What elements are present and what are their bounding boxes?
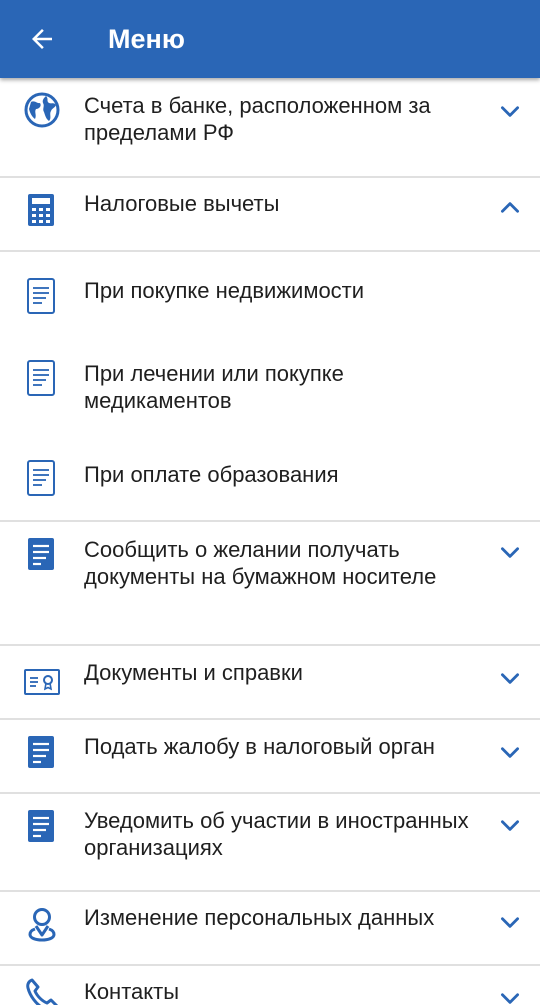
menu-item-label: Изменение персональных данных xyxy=(84,905,435,930)
chevron-down-icon[interactable] xyxy=(497,739,523,765)
person-pin-icon xyxy=(28,908,56,942)
menu-item-foreign-organizations[interactable]: Уведомить об участии в иностранных орган… xyxy=(0,794,540,890)
page-title: Меню xyxy=(108,24,185,54)
menu-item-label: Счета в банке, расположенном за пределам… xyxy=(84,93,431,145)
menu-item-paper-documents[interactable]: Сообщить о желании получать документы на… xyxy=(0,522,540,644)
document-icon xyxy=(28,538,54,570)
menu-item-label: Сообщить о желании получать документы на… xyxy=(84,537,437,589)
menu-item-label: Налоговые вычеты xyxy=(84,191,280,216)
back-button[interactable] xyxy=(20,17,64,61)
phone-icon xyxy=(26,978,59,1005)
submenu-item-label: При лечении или покупке медикаментов xyxy=(84,361,344,413)
submenu-item-label: При покупке недвижимости xyxy=(84,278,365,303)
menu-item-contacts[interactable]: Контакты xyxy=(0,966,540,1005)
menu-item-certificates[interactable]: Документы и справки xyxy=(0,646,540,718)
chevron-down-icon[interactable] xyxy=(497,909,523,935)
receipt-icon xyxy=(27,460,55,496)
document-icon xyxy=(28,810,54,842)
receipt-icon xyxy=(27,360,55,396)
menu-item-tax-deductions[interactable]: Налоговые вычеты xyxy=(0,178,540,250)
document-icon xyxy=(28,736,54,768)
chevron-down-icon[interactable] xyxy=(497,665,523,691)
submenu-item-label: При оплате образования xyxy=(84,462,339,487)
submenu-item-property[interactable]: При покупке недвижимости xyxy=(0,252,540,332)
menu-item-label: Уведомить об участии в иностранных орган… xyxy=(84,808,469,860)
chevron-down-icon[interactable] xyxy=(497,539,523,565)
submenu-item-education[interactable]: При оплате образования xyxy=(0,434,540,520)
menu-list: Счета в банке, расположенном за пределам… xyxy=(0,78,540,1005)
submenu-item-treatment[interactable]: При лечении или покупке медикаментов xyxy=(0,332,540,434)
arrow-left-icon xyxy=(32,29,52,49)
chevron-up-icon[interactable] xyxy=(497,195,523,221)
menu-item-personal-data[interactable]: Изменение персональных данных xyxy=(0,892,540,964)
app-bar: Меню xyxy=(0,0,540,78)
menu-item-complaint[interactable]: Подать жалобу в налоговый орган xyxy=(0,720,540,792)
chevron-down-icon[interactable] xyxy=(497,985,523,1005)
menu-item-label: Документы и справки xyxy=(84,660,303,685)
menu-item-label: Подать жалобу в налоговый орган xyxy=(84,734,435,759)
menu-item-bank-accounts[interactable]: Счета в банке, расположенном за пределам… xyxy=(0,78,540,176)
globe-icon xyxy=(24,92,60,128)
chevron-down-icon[interactable] xyxy=(497,812,523,838)
receipt-icon xyxy=(27,278,55,314)
certificate-icon xyxy=(24,669,60,695)
menu-item-label: Контакты xyxy=(84,979,180,1004)
calculator-icon xyxy=(28,194,54,226)
chevron-down-icon[interactable] xyxy=(497,98,523,124)
